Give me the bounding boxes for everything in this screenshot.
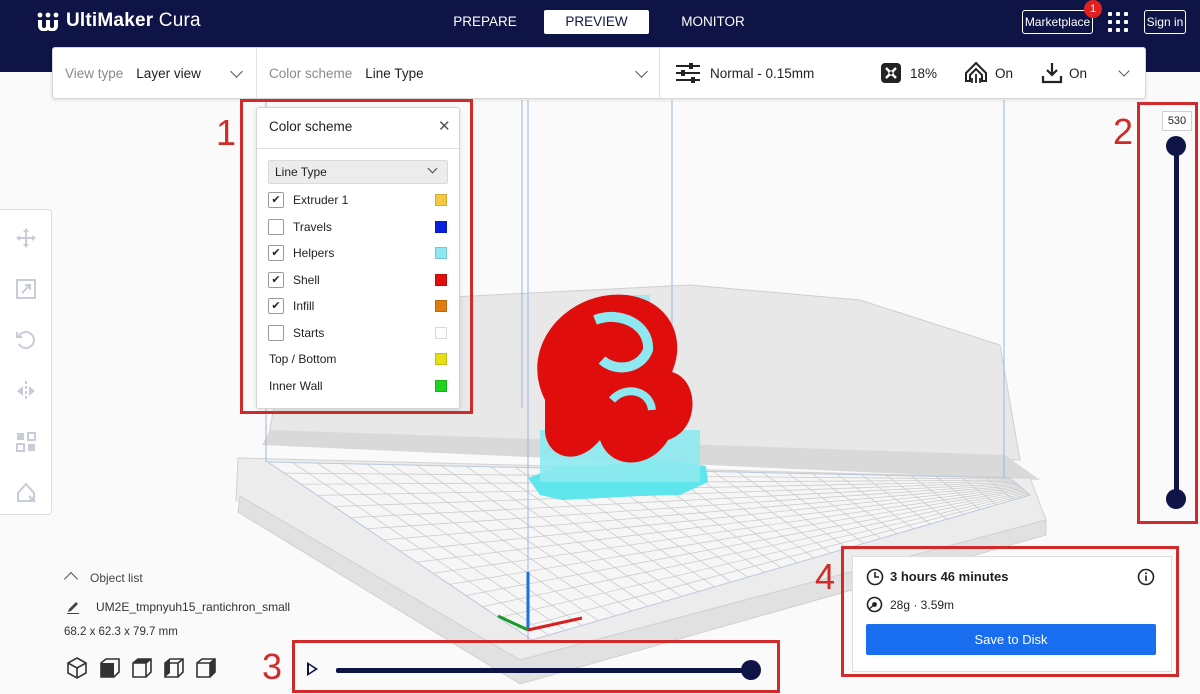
marketplace-badge: 1 — [1084, 0, 1102, 18]
view-toolbar: View type Layer view Color scheme Line T… — [52, 47, 1146, 99]
sign-in-button[interactable]: Sign in — [1144, 10, 1186, 34]
print-settings-icon[interactable] — [675, 62, 701, 84]
rotate-tool-icon[interactable] — [14, 328, 38, 352]
support-icon[interactable] — [964, 61, 988, 85]
layer-slider-bottom-handle[interactable] — [1166, 489, 1186, 509]
annotation-box-1 — [240, 99, 473, 414]
right-view-icon[interactable] — [194, 656, 218, 680]
layer-number-field[interactable]: 530 — [1162, 111, 1192, 131]
annotation-box-2 — [1137, 102, 1198, 524]
clock-icon — [866, 568, 884, 586]
print-time: 3 hours 46 minutes — [890, 569, 1009, 584]
apps-grid-icon[interactable] — [1108, 12, 1128, 32]
tab-preview[interactable]: PREVIEW — [544, 10, 649, 34]
per-model-settings-icon[interactable] — [14, 430, 38, 454]
view-type-select[interactable]: View type Layer view — [65, 48, 255, 98]
support-blocker-icon[interactable] — [14, 481, 38, 505]
top-view-icon[interactable] — [130, 656, 154, 680]
scale-tool-icon[interactable] — [14, 277, 38, 301]
infill-value[interactable]: 18% — [910, 48, 937, 98]
profile-value[interactable]: Normal - 0.15mm — [710, 48, 814, 98]
infill-icon[interactable] — [880, 62, 902, 84]
layer-slider-top-handle[interactable] — [1166, 136, 1186, 156]
object-list-header[interactable]: Object list — [90, 571, 143, 585]
3d-view-icon[interactable] — [65, 656, 89, 680]
ultimaker-logo-icon — [37, 12, 59, 31]
support-value[interactable]: On — [995, 48, 1013, 98]
left-view-icon[interactable] — [162, 656, 186, 680]
view-type-value: Layer view — [136, 65, 201, 81]
settings-chevron-icon[interactable] — [1118, 65, 1130, 77]
annotation-number-2: 2 — [1113, 111, 1134, 152]
color-scheme-select[interactable]: Color scheme Line Type — [269, 48, 649, 98]
app-logo: UltiMaker Cura — [36, 10, 201, 32]
color-scheme-label: Color scheme — [269, 65, 353, 81]
mirror-tool-icon[interactable] — [14, 379, 38, 403]
path-slider-track[interactable] — [336, 668, 751, 673]
annotation-number-1: 1 — [216, 112, 237, 153]
app-name: UltiMaker Cura — [66, 10, 201, 31]
view-type-label: View type — [65, 65, 124, 81]
play-icon[interactable] — [307, 662, 318, 676]
move-tool-icon[interactable] — [14, 226, 38, 250]
tab-monitor[interactable]: MONITOR — [668, 10, 758, 34]
save-to-disk-button[interactable]: Save to Disk — [866, 624, 1156, 655]
pencil-icon[interactable] — [66, 600, 80, 614]
front-view-icon[interactable] — [98, 656, 122, 680]
material-usage: 28g · 3.59m — [890, 598, 955, 612]
annotation-number-4: 4 — [815, 556, 836, 597]
adhesion-value[interactable]: On — [1069, 48, 1087, 98]
path-slider-handle[interactable] — [741, 660, 761, 680]
color-scheme-value: Line Type — [365, 65, 424, 81]
tab-prepare[interactable]: PREPARE — [442, 10, 528, 34]
annotation-number-3: 3 — [262, 646, 283, 687]
layer-slider-track[interactable] — [1174, 145, 1179, 500]
info-icon[interactable] — [1137, 568, 1155, 586]
adhesion-icon[interactable] — [1041, 61, 1063, 85]
annotation-box-3 — [292, 640, 780, 693]
tool-sidebar — [0, 209, 52, 515]
marketplace-button[interactable]: Marketplace — [1022, 10, 1093, 34]
object-name[interactable]: UM2E_tmpnyuh15_rantichron_small — [96, 600, 290, 614]
object-dimensions: 68.2 x 62.3 x 79.7 mm — [64, 626, 178, 638]
spool-icon — [866, 596, 883, 613]
